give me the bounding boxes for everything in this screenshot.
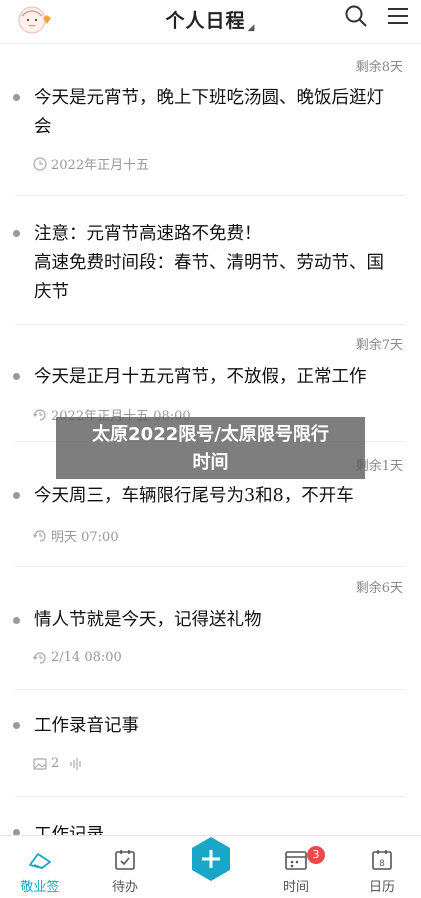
- banner-line-2: 时间: [192, 452, 229, 473]
- repeat-clock-icon: [33, 408, 46, 421]
- item-meta: 2/14 08:00: [33, 650, 122, 665]
- bullet-dot: [13, 230, 20, 237]
- bullet-dot: [13, 722, 20, 729]
- list-item[interactable]: 注意：元宵节高速路不免费！ 高速免费时间段：春节、清明节、劳动节、国庆节: [0, 196, 421, 324]
- tab-sign[interactable]: 敬业签: [5, 836, 75, 898]
- item-text: 注意：元宵节高速路不免费！ 高速免费时间段：春节、清明节、劳动节、国庆节: [34, 224, 384, 302]
- calendar-icon: 8: [372, 850, 392, 870]
- search-icon[interactable]: [344, 4, 368, 28]
- header: 个人日程 ◢: [0, 0, 421, 44]
- item-meta: 2022年正月十五: [33, 154, 149, 173]
- notification-badge: 3: [307, 846, 325, 864]
- item-text: 工作录音记事: [34, 716, 139, 736]
- list-item[interactable]: 剩余8天 今天是元宵节，晚上下班吃汤圆、晚饭后逛灯会 2022年正月十五: [0, 44, 421, 196]
- bullet-dot: [13, 617, 20, 624]
- clock-icon: [33, 156, 47, 171]
- repeat-clock-icon: [33, 651, 46, 664]
- plus-icon[interactable]: [189, 834, 233, 884]
- item-text: 情人节就是今天，记得送礼物: [34, 610, 262, 630]
- item-text: 今天周三，车辆限行尾号为3和8，不开车: [34, 486, 354, 506]
- tab-time[interactable]: 时间: [261, 836, 331, 898]
- list-item[interactable]: 工作录音记事 2: [0, 690, 421, 794]
- item-meta: 明天 07:00: [33, 526, 119, 545]
- menu-icon[interactable]: [386, 4, 410, 28]
- tab-label: 待办: [111, 880, 138, 895]
- page-title-text: 个人日程: [165, 10, 246, 32]
- dropdown-triangle-icon: ◢: [247, 23, 256, 33]
- item-meta-text: 2: [51, 756, 60, 771]
- remaining-days: 剩余8天: [355, 60, 403, 75]
- item-meta-text: 明天 07:00: [51, 530, 119, 545]
- todo-icon: [115, 850, 135, 870]
- item-meta-text: 2/14 08:00: [51, 650, 122, 665]
- remaining-days: 剩余6天: [355, 581, 403, 596]
- repeat-clock-icon: [33, 529, 46, 542]
- sign-icon: [29, 853, 51, 869]
- list-item[interactable]: 工作记录: [0, 797, 421, 837]
- tab-label: 日历: [368, 880, 395, 895]
- bullet-dot: [13, 94, 20, 101]
- tab-label: 敬业签: [20, 880, 60, 895]
- audio-wave-icon: [70, 757, 81, 770]
- remaining-days: 剩余7天: [355, 338, 403, 353]
- time-icon: [285, 851, 307, 870]
- banner-line-1: 太原2022限号/太原限号限行: [92, 424, 329, 445]
- image-icon: [33, 757, 47, 770]
- item-text: 今天是正月十五元宵节，不放假，正常工作: [34, 367, 367, 387]
- list-item[interactable]: 剩余6天 情人节就是今天，记得送礼物 2/14 08:00: [0, 567, 421, 689]
- item-text: 今天是元宵节，晚上下班吃汤圆、晚饭后逛灯会: [34, 88, 384, 137]
- tab-calendar[interactable]: 8 日历: [347, 836, 417, 898]
- title-overlay-banner: 太原2022限号/太原限号限行 时间: [56, 417, 365, 479]
- tab-label: 时间: [282, 880, 309, 895]
- item-meta-text: 2022年正月十五: [51, 158, 150, 173]
- bullet-dot: [13, 373, 20, 380]
- bullet-dot: [13, 492, 20, 499]
- tab-todo[interactable]: 待办: [90, 836, 160, 898]
- svg-text:8: 8: [379, 859, 385, 869]
- bottom-tab-bar: 敬业签 待办 时间 3 8 日历: [0, 835, 421, 897]
- item-meta: 2: [33, 756, 83, 771]
